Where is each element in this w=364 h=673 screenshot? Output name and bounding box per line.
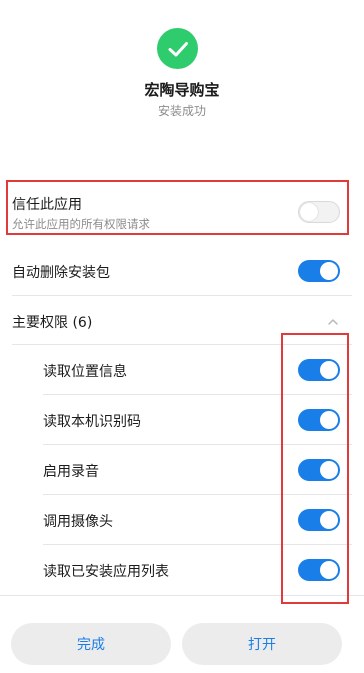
toggle-knob <box>320 262 338 280</box>
done-button[interactable]: 完成 <box>11 623 171 665</box>
app-name: 宏陶导购宝 <box>144 81 220 99</box>
auto-delete-row[interactable]: 自动删除安装包 <box>0 245 364 295</box>
install-status: 安装成功 <box>157 104 206 118</box>
permission-label: 启用录音 <box>43 464 99 480</box>
permissions-header-label: 主要权限 (6) <box>12 315 93 331</box>
auto-delete-toggle[interactable] <box>298 260 340 282</box>
annotation-box-permissions <box>281 333 349 604</box>
permission-label: 读取已安装应用列表 <box>43 564 169 580</box>
permission-label: 读取本机识别码 <box>43 414 141 430</box>
auto-delete-label: 自动删除安装包 <box>12 265 110 281</box>
success-check-icon <box>157 28 198 69</box>
annotation-box-trust <box>6 180 349 235</box>
chevron-up-icon[interactable] <box>328 317 338 327</box>
install-complete-screen: 宏陶导购宝 安装成功 信任此应用 允许此应用的所有权限请求 自动删除安装包 主要… <box>0 0 364 673</box>
permission-label: 读取位置信息 <box>43 364 127 380</box>
open-button[interactable]: 打开 <box>182 623 342 665</box>
permission-label: 调用摄像头 <box>43 514 113 530</box>
